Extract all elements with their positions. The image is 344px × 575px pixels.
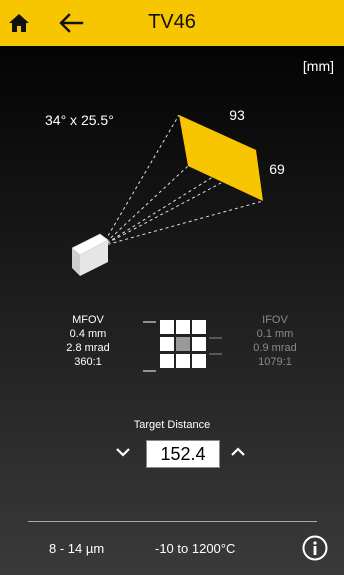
fov-grid-brackets — [143, 321, 222, 372]
temperature-range: -10 to 1200°C — [155, 541, 236, 556]
app-screen: TV46 [mm] 34° x 25.5° 93 69 MFOV 0.4 mm … — [0, 0, 344, 575]
decrease-distance-chevron-icon[interactable] — [111, 440, 135, 464]
ifov-mm: 0.1 mm — [256, 328, 294, 340]
ifov-ratio: 1079:1 — [258, 356, 292, 368]
pixel-grid-icon — [160, 320, 206, 370]
target-distance-input[interactable]: 152.4 — [146, 440, 220, 468]
footer-divider — [28, 521, 317, 522]
target-distance-label: Target Distance — [133, 419, 211, 431]
ifov-title: IFOV — [262, 314, 288, 326]
ifov-block: IFOV 0.1 mm 0.9 mrad 1079:1 — [245, 313, 305, 369]
info-icon[interactable] — [302, 535, 328, 561]
ifov-mrad: 0.9 mrad — [253, 342, 297, 354]
spectral-band: 8 - 14 µm — [49, 541, 105, 556]
increase-distance-chevron-icon[interactable] — [226, 440, 250, 464]
